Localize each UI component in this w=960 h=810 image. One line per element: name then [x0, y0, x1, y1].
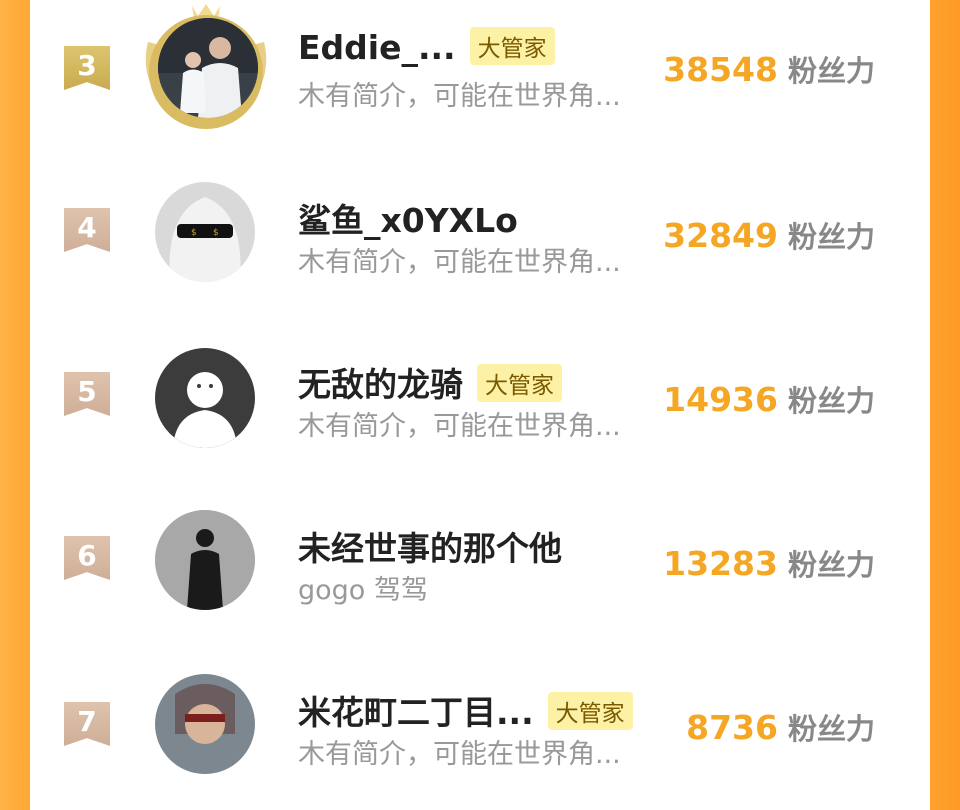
avatar[interactable] [158, 18, 258, 118]
username[interactable]: 无敌的龙骑 大管家 [298, 358, 562, 406]
fan-score: 13283 粉丝力 [663, 542, 875, 584]
list-item[interactable]: 5 无敌的龙骑 大管家 木有简介，可能在世界角... 14936 粉丝力 [30, 328, 930, 478]
list-item[interactable]: 4 $ $ 鲨鱼_x0YXLo 木有简介，可能在世界角... 32849 粉丝力 [30, 164, 930, 314]
username-text: Eddie_... [298, 28, 456, 67]
username-text: 米花町二丁目... [298, 693, 534, 732]
list-item[interactable]: 6 未经世事的那个他 gogo 驾驾 13283 粉丝力 [30, 492, 930, 642]
score-unit: 粉丝力 [787, 220, 875, 254]
avatar[interactable] [155, 510, 255, 610]
list-item[interactable]: 3 Eddie_... 大管家 木有简介，可能在世界角... 38548 粉丝力 [30, 0, 930, 150]
username[interactable]: 未经世事的那个他 [298, 522, 562, 570]
user-bio: 木有简介，可能在世界角... [298, 81, 621, 112]
score-value: 32849 [663, 216, 778, 255]
fan-score: 32849 粉丝力 [663, 214, 875, 256]
avatar[interactable]: $ $ [155, 182, 255, 282]
avatar[interactable] [155, 348, 255, 448]
username-text: 无敌的龙骑 [298, 365, 463, 404]
rank-badge: 3 [64, 46, 110, 90]
username[interactable]: 米花町二丁目... 大管家 [298, 686, 633, 734]
user-bio: 木有简介，可能在世界角... [298, 411, 621, 442]
rank-badge: 7 [64, 702, 110, 746]
score-value: 13283 [663, 544, 778, 583]
fan-score: 14936 粉丝力 [663, 378, 875, 420]
username[interactable]: 鲨鱼_x0YXLo [298, 194, 518, 242]
user-bio: gogo 驾驾 [298, 575, 428, 606]
score-value: 14936 [663, 380, 778, 419]
username-text: 未经世事的那个他 [298, 529, 562, 568]
avatar[interactable] [155, 674, 255, 774]
score-unit: 粉丝力 [787, 548, 875, 582]
rank-badge: 5 [64, 372, 110, 416]
ranking-list: 3 Eddie_... 大管家 木有简介，可能在世界角... 38548 粉丝力… [30, 0, 930, 774]
fan-score: 8736 粉丝力 [686, 706, 875, 748]
svg-text:$: $ [191, 228, 197, 238]
svg-text:$: $ [213, 228, 219, 238]
role-badge: 大管家 [469, 26, 555, 65]
role-badge: 大管家 [477, 363, 562, 402]
role-badge: 大管家 [547, 691, 633, 730]
user-bio: 木有简介，可能在世界角... [298, 247, 621, 278]
username-text: 鲨鱼_x0YXLo [298, 201, 518, 240]
score-unit: 粉丝力 [787, 384, 875, 418]
score-unit: 粉丝力 [787, 712, 875, 746]
score-unit: 粉丝力 [787, 54, 875, 88]
username[interactable]: Eddie_... 大管家 [298, 26, 555, 69]
score-value: 8736 [686, 708, 778, 747]
fan-score: 38548 粉丝力 [663, 48, 875, 90]
list-item[interactable]: 7 米花町二丁目... 大管家 木有简介，可能在世界角... 8736 粉丝力 [30, 660, 930, 810]
score-value: 38548 [663, 50, 778, 89]
rank-badge: 6 [64, 536, 110, 580]
rank-badge: 4 [64, 208, 110, 252]
user-bio: 木有简介，可能在世界角... [298, 739, 621, 770]
